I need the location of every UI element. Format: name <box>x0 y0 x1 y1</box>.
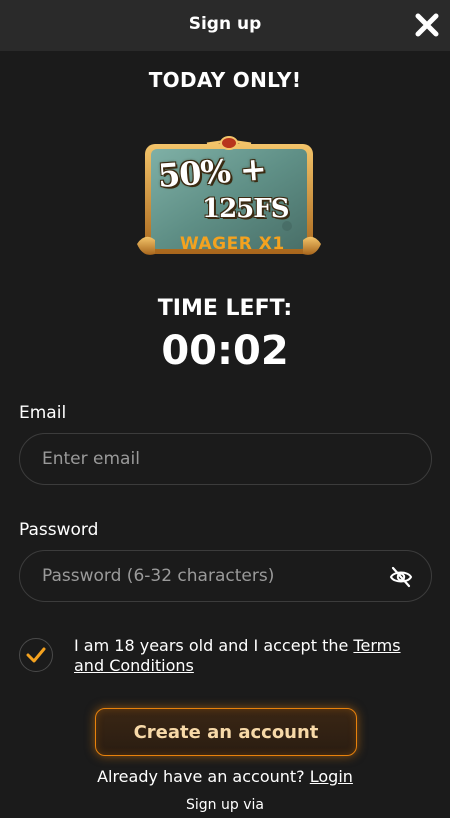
eye-off-icon <box>389 566 413 588</box>
timer-label: TIME LEFT: <box>157 296 293 321</box>
login-link[interactable]: Login <box>310 767 353 786</box>
promo-title: TODAY ONLY! <box>148 68 302 92</box>
close-icon <box>415 13 439 37</box>
consent-checkbox[interactable] <box>19 638 53 672</box>
email-label: Email <box>19 403 67 423</box>
banner-freespins-text: 125FS <box>202 194 290 224</box>
login-prompt-line: Already have an account? Login <box>0 767 450 786</box>
email-field-wrapper <box>19 433 432 485</box>
checkmark-icon <box>26 647 46 663</box>
banner-wager-text: WAGER X1 <box>180 234 285 254</box>
password-visibility-toggle[interactable] <box>389 565 413 589</box>
banner-percent-text: 50% + <box>156 149 267 195</box>
modal-header: Sign up <box>0 0 450 51</box>
header-title: Sign up <box>188 14 262 34</box>
login-prompt-text: Already have an account? <box>97 767 305 786</box>
consent-text: I am 18 years old and I accept the <box>74 636 354 655</box>
signup-via-text: Sign up via <box>186 797 264 813</box>
close-button[interactable] <box>412 10 442 40</box>
create-account-button[interactable]: Create an account <box>95 708 357 756</box>
consent-text-block: I am 18 years old and I accept the Terms… <box>74 636 424 676</box>
timer-value: 00:02 <box>161 328 289 374</box>
email-input[interactable] <box>20 434 431 484</box>
password-field-wrapper <box>19 550 432 602</box>
password-label: Password <box>19 520 99 540</box>
password-input[interactable] <box>20 551 431 601</box>
